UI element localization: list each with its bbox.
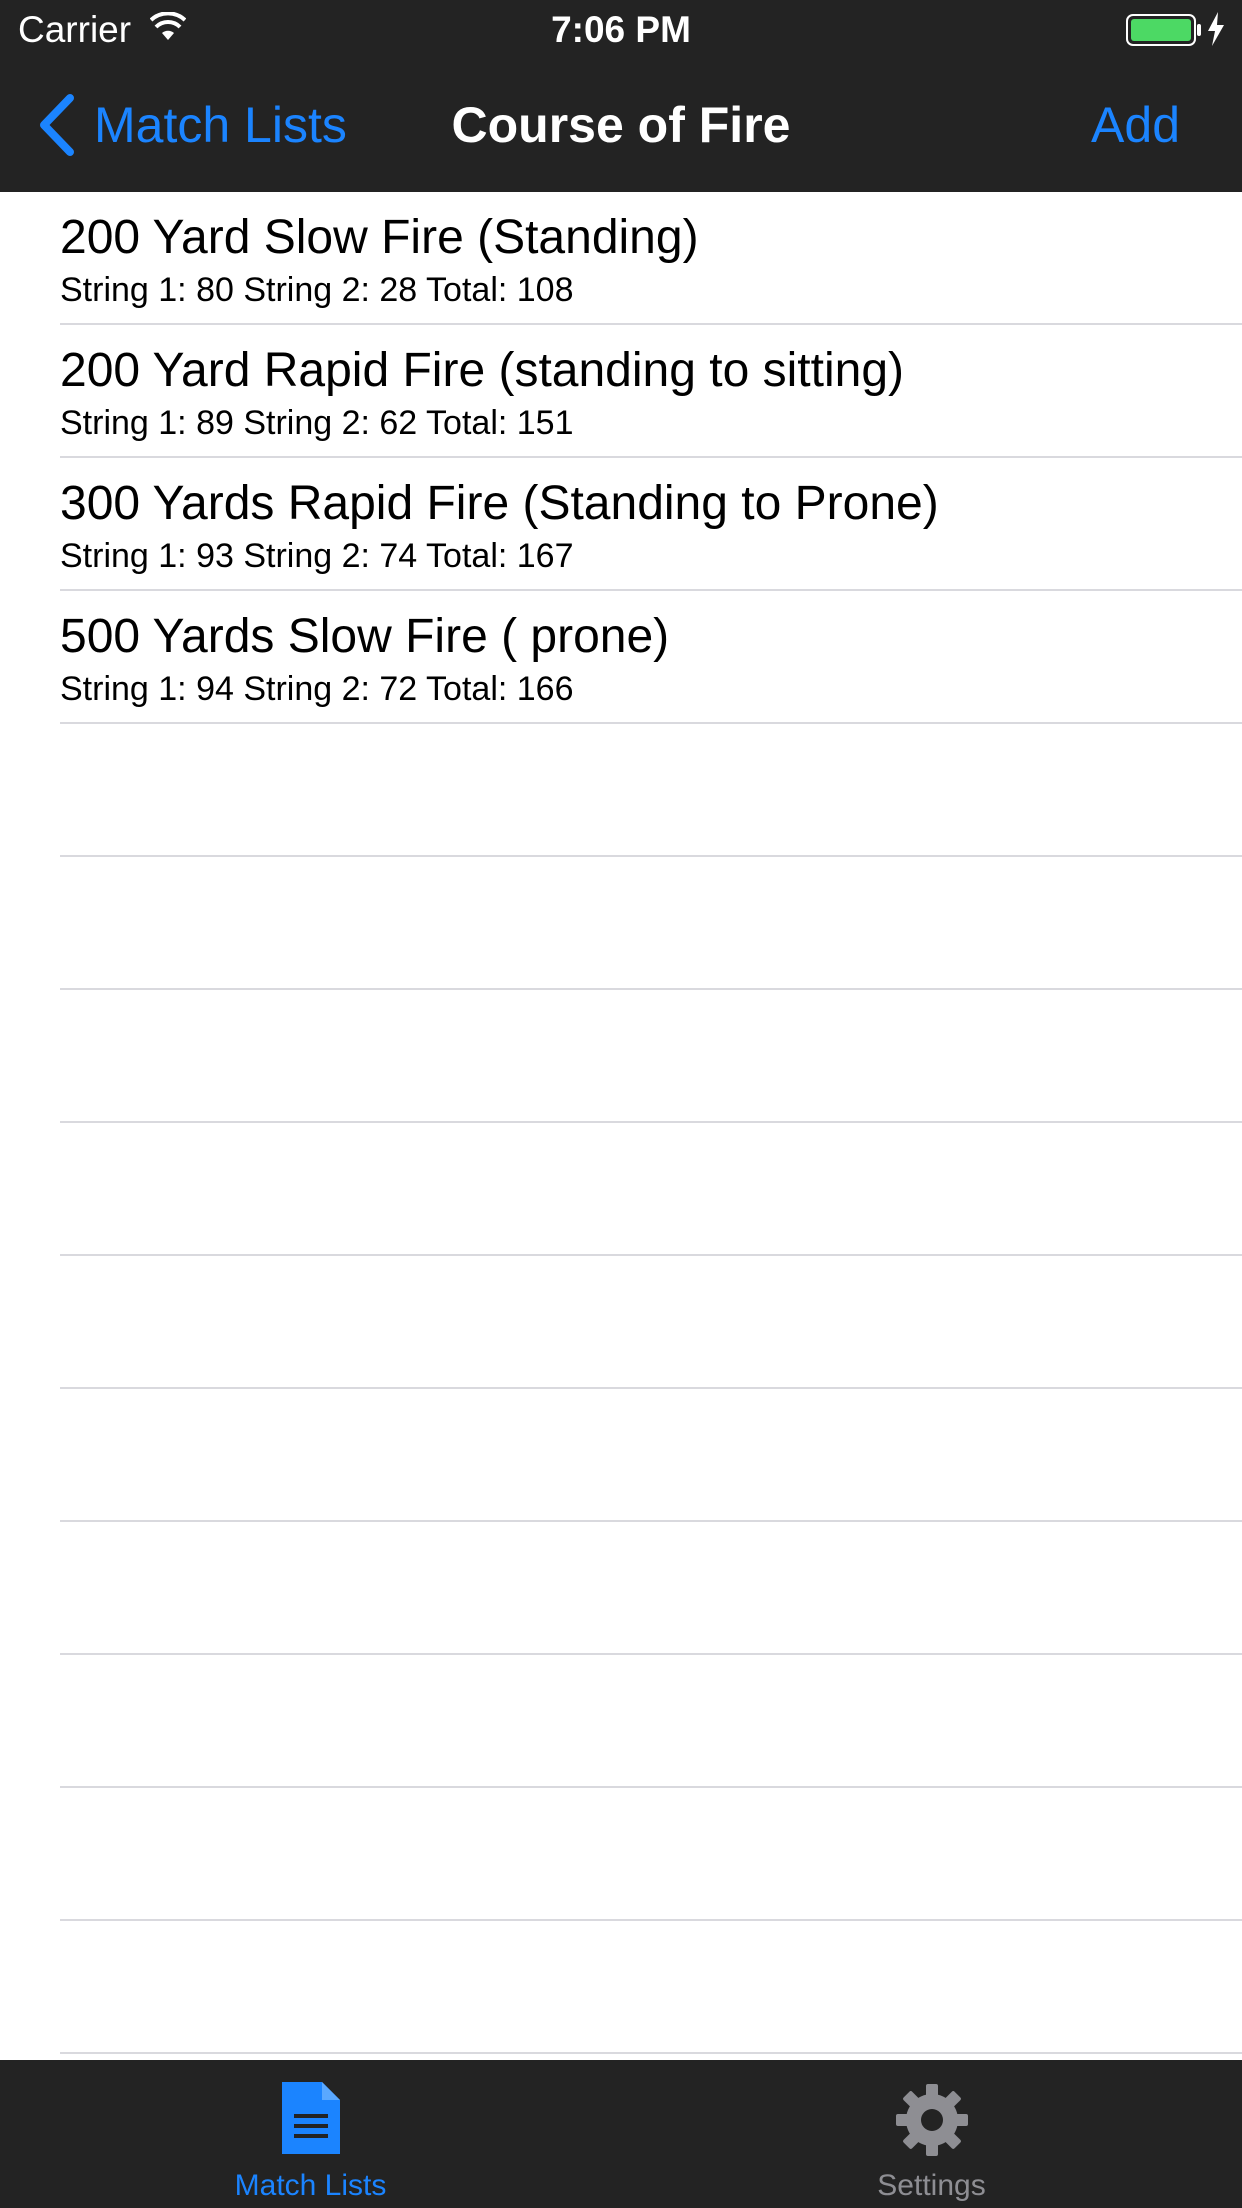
course-title: 500 Yards Slow Fire ( prone) — [60, 610, 670, 663]
navigation-bar: Match Lists Course of Fire Add — [0, 60, 1242, 192]
empty-row — [60, 1522, 1242, 1655]
empty-row — [60, 724, 1242, 857]
course-scores: String 1: 94 String 2: 72 Total: 166 — [60, 670, 574, 708]
tab-label: Settings — [877, 2169, 986, 2202]
charging-bolt-icon — [1206, 12, 1226, 51]
empty-row — [60, 1788, 1242, 1921]
status-bar: Carrier 7:06 PM — [0, 0, 1242, 60]
tab-bar: Match Lists Settings — [0, 2060, 1242, 2208]
course-row[interactable]: 200 Yard Rapid Fire (standing to sitting… — [60, 325, 1242, 458]
empty-row — [60, 857, 1242, 990]
course-row[interactable]: 200 Yard Slow Fire (Standing) String 1: … — [60, 192, 1242, 325]
course-title: 300 Yards Rapid Fire (Standing to Prone) — [60, 477, 939, 530]
empty-row — [60, 1921, 1242, 2054]
add-button[interactable]: Add — [1091, 90, 1180, 160]
empty-row — [60, 1256, 1242, 1389]
course-list: 200 Yard Slow Fire (Standing) String 1: … — [0, 192, 1242, 2060]
course-scores: String 1: 93 String 2: 74 Total: 167 — [60, 537, 574, 575]
document-icon — [280, 2080, 342, 2161]
empty-row — [60, 1389, 1242, 1522]
tab-label: Match Lists — [234, 2169, 387, 2202]
empty-row — [60, 1655, 1242, 1788]
gear-icon — [892, 2080, 972, 2165]
top-bar: Carrier 7:06 PM Match Lists Course of Fi… — [0, 0, 1242, 192]
course-scores: String 1: 89 String 2: 62 Total: 151 — [60, 404, 574, 442]
empty-row — [60, 1123, 1242, 1256]
course-scores: String 1: 80 String 2: 28 Total: 108 — [60, 271, 574, 309]
course-row[interactable]: 500 Yards Slow Fire ( prone) String 1: 9… — [60, 591, 1242, 724]
empty-row — [60, 990, 1242, 1123]
tab-settings[interactable]: Settings — [621, 2060, 1242, 2208]
tab-match-lists[interactable]: Match Lists — [0, 2060, 621, 2208]
page-title: Course of Fire — [451, 97, 791, 153]
status-time: 7:06 PM — [551, 9, 691, 50]
battery-icon — [1126, 14, 1202, 51]
course-title: 200 Yard Rapid Fire (standing to sitting… — [60, 344, 905, 397]
course-row[interactable]: 300 Yards Rapid Fire (Standing to Prone)… — [60, 458, 1242, 591]
course-title: 200 Yard Slow Fire (Standing) — [60, 211, 699, 264]
